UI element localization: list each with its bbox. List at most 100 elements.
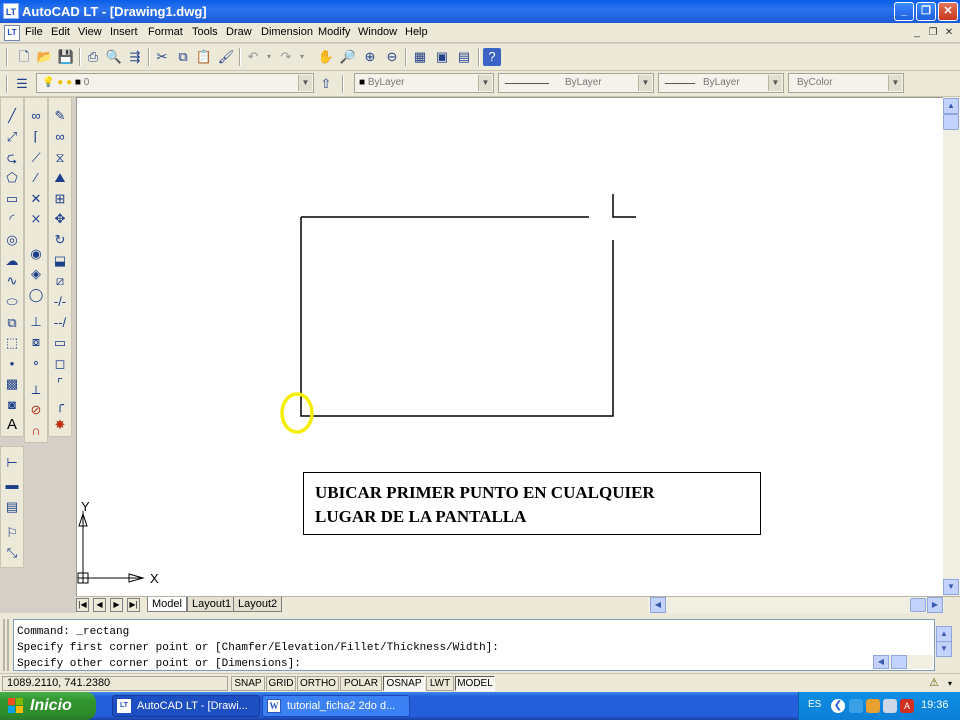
stretch-icon[interactable]: ⧄ [50, 271, 70, 291]
break-at-point-icon[interactable]: ◻ [50, 354, 70, 374]
tab-layout1[interactable]: Layout1 [187, 597, 237, 612]
menu-insert[interactable]: Insert [110, 26, 138, 38]
dimension-edit-icon[interactable]: ⤡ [2, 543, 22, 563]
snap-midpoint-icon[interactable]: ⁄ [26, 168, 46, 188]
help-icon[interactable]: ? [483, 48, 501, 66]
scroll-thumb[interactable] [943, 114, 959, 130]
snap-toggle[interactable]: SNAP [231, 676, 265, 691]
horizontal-scrollbar[interactable]: ◀ ▶ [648, 597, 944, 613]
chevron-down-icon[interactable]: ▼ [768, 75, 782, 91]
make-object-layer-current-icon[interactable]: ⇧ [316, 74, 336, 94]
hatch-icon[interactable]: ▩ [2, 374, 22, 394]
mdi-restore-button[interactable]: ❐ [926, 26, 940, 40]
fillet-icon[interactable]: ╭ [50, 395, 70, 415]
mirror-icon[interactable]: ⧖ [50, 148, 70, 168]
document-icon[interactable]: LT [4, 25, 20, 41]
toolbar-grip[interactable] [6, 48, 8, 66]
cmd-hscroll-thumb[interactable] [891, 655, 907, 669]
rotate-icon[interactable]: ↻ [50, 230, 70, 250]
status-menu-icon[interactable]: ▾ [944, 676, 956, 691]
cmd-scroll-up-button[interactable]: ▲ [936, 626, 952, 642]
offset-icon[interactable]: ⛰ [50, 168, 70, 188]
copy-icon[interactable]: ⧉ [173, 47, 193, 67]
print-icon[interactable]: ⎙ [83, 47, 103, 67]
erase-icon[interactable]: ✎ [50, 106, 70, 126]
construction-line-icon[interactable]: ⤢ [2, 127, 22, 147]
taskbar-button-word[interactable]: W tutorial_ficha2 2do d... [262, 695, 410, 717]
snap-apparent-intersection-icon[interactable]: ⨯ [26, 209, 46, 229]
model-toggle[interactable]: MODEL [455, 676, 495, 691]
chevron-down-icon[interactable]: ▼ [638, 75, 652, 91]
spline-icon[interactable]: ∿ [2, 271, 22, 291]
array-icon[interactable]: ⊞ [50, 189, 70, 209]
command-window-grip[interactable] [3, 619, 9, 671]
cmd-scroll-left-button[interactable]: ◀ [873, 655, 889, 669]
temporary-tracking-icon[interactable]: ∞ [26, 106, 46, 126]
menu-view[interactable]: View [78, 26, 102, 38]
baseline-dimension-icon[interactable]: ▤ [2, 497, 22, 517]
mdi-close-button[interactable]: ✕ [942, 26, 956, 40]
zoom-window-icon[interactable]: ⊕ [360, 47, 380, 67]
zoom-realtime-icon[interactable]: 🔎 [338, 47, 358, 67]
tab-layout2[interactable]: Layout2 [233, 597, 283, 612]
redo-dropdown-icon[interactable]: ▾ [292, 47, 312, 67]
osnap-toggle[interactable]: OSNAP [383, 676, 425, 691]
taskbar-button-autocad[interactable]: LT AutoCAD LT - [Drawi... [112, 695, 260, 717]
cut-icon[interactable]: ✂ [152, 47, 172, 67]
safely-remove-hardware-icon[interactable] [883, 699, 897, 713]
osnap-settings-icon[interactable]: ∩ [26, 421, 46, 441]
line-icon[interactable]: ╱ [2, 106, 22, 126]
lwt-toggle[interactable]: LWT [426, 676, 454, 691]
menu-dimension[interactable]: Dimension [261, 26, 313, 38]
next-tab-button[interactable]: ▶ [110, 598, 123, 612]
ellipse-icon[interactable]: ⬭ [2, 292, 22, 312]
save-icon[interactable]: 💾 [56, 47, 76, 67]
tray-app-icon[interactable] [866, 699, 880, 713]
vertical-scrollbar[interactable]: ▲ ▼ [943, 97, 960, 596]
snap-none-icon[interactable]: ⊘ [26, 400, 46, 420]
rectangle-icon[interactable]: ▭ [2, 189, 22, 209]
make-block-icon[interactable]: ⬚ [2, 333, 22, 353]
network-icon[interactable] [849, 699, 863, 713]
snap-from-icon[interactable]: ⌈ [26, 127, 46, 147]
print-preview-icon[interactable]: 🔍 [104, 47, 124, 67]
menu-help[interactable]: Help [405, 26, 428, 38]
design-center-icon[interactable]: ▣ [432, 47, 452, 67]
polyline-icon[interactable]: ⮎ [2, 148, 22, 168]
trim-icon[interactable]: -/- [50, 292, 70, 312]
chamfer-icon[interactable]: ⌜ [50, 374, 70, 394]
scroll-left-button[interactable]: ◀ [650, 597, 666, 613]
region-icon[interactable]: ◙ [2, 395, 22, 415]
scale-icon[interactable]: ⬓ [50, 251, 70, 271]
menu-file[interactable]: File [25, 26, 43, 38]
restore-button[interactable]: ❐ [916, 2, 936, 21]
chevron-down-icon[interactable]: ▼ [478, 75, 492, 91]
language-indicator[interactable]: ES [808, 699, 821, 710]
snap-perpendicular-icon[interactable]: ⊥ [26, 312, 46, 332]
point-icon[interactable]: • [2, 354, 22, 374]
tool-palettes-icon[interactable]: ▤ [454, 47, 474, 67]
communication-center-icon[interactable]: ⚠ [926, 676, 942, 691]
circle-icon[interactable]: ◎ [2, 230, 22, 250]
linetype-control-dropdown[interactable]: ByLayer ▼ [498, 73, 654, 93]
menu-tools[interactable]: Tools [192, 26, 218, 38]
snap-insertion-icon[interactable]: ⧇ [26, 332, 46, 352]
scroll-down-button[interactable]: ▼ [943, 579, 959, 595]
chevron-down-icon[interactable]: ▼ [298, 75, 312, 91]
chevron-down-icon[interactable]: ▼ [888, 75, 902, 91]
grid-toggle[interactable]: GRID [266, 676, 296, 691]
lineweight-control-dropdown[interactable]: ByLayer ▼ [658, 73, 784, 93]
menu-window[interactable]: Window [358, 26, 397, 38]
start-button[interactable]: Inicio [0, 692, 96, 720]
move-icon[interactable]: ✥ [50, 209, 70, 229]
layer-dropdown[interactable]: 💡 ● ● ■ 0 ▼ [36, 73, 314, 93]
coordinate-display[interactable]: 1089.2110, 741.2380 [2, 676, 228, 691]
toolbar-grip[interactable] [6, 75, 8, 93]
extend-icon[interactable]: --/ [50, 313, 70, 333]
multiline-text-icon[interactable]: A [2, 415, 22, 435]
new-file-icon[interactable]: 🗋 [14, 47, 34, 67]
autocad-lt-app-icon[interactable]: LT [3, 3, 19, 19]
snap-nearest-icon[interactable]: ⟂ [26, 380, 46, 400]
pan-realtime-icon[interactable]: ✋ [316, 47, 336, 67]
dimension-style-icon[interactable]: ⚐ [2, 523, 22, 543]
